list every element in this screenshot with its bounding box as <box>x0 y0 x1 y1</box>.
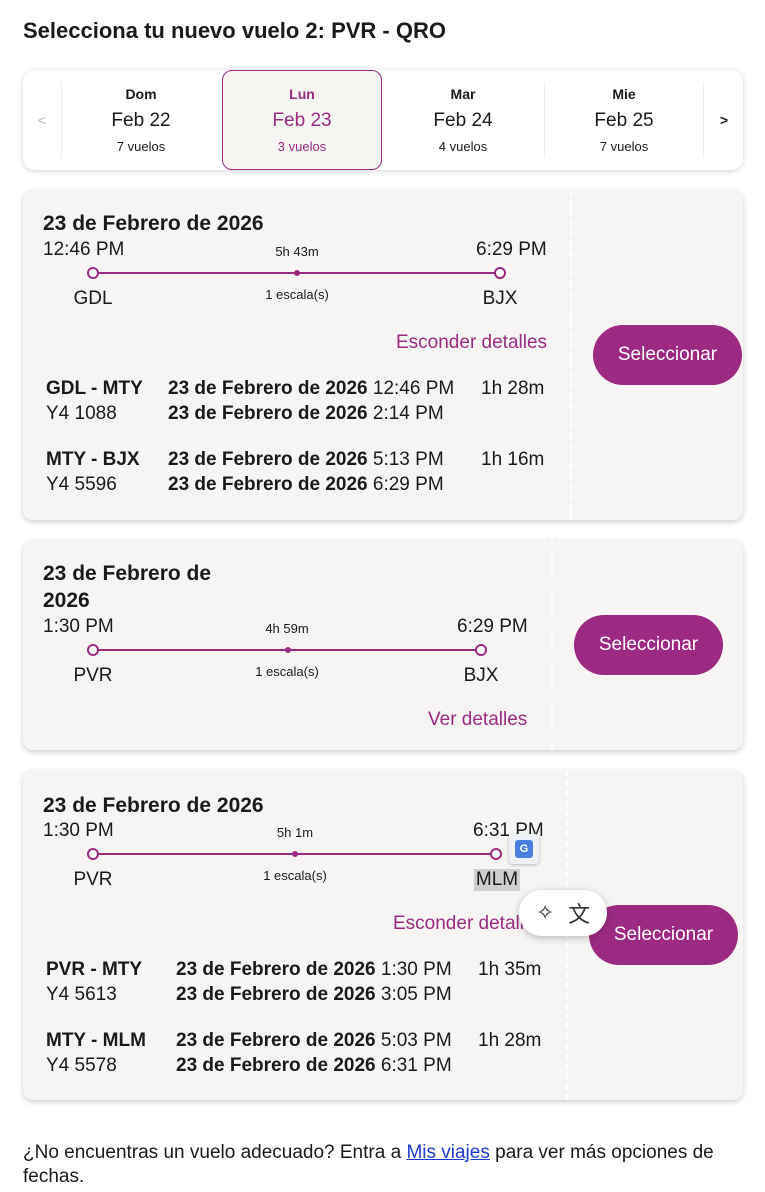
flight-card: 23 de Febrero de 2026 12:46 PM 6:29 PM 5… <box>23 190 743 520</box>
date-dow: Lun <box>289 86 315 102</box>
segment-route: MTY - MLM <box>46 1030 146 1051</box>
destination-code: MLM <box>473 869 521 891</box>
magic-wand-icon[interactable]: ✧ <box>536 900 554 926</box>
footer-help-text: ¿No encuentras un vuelo adecuado? Entra … <box>23 1141 738 1189</box>
date-day: Feb 24 <box>433 110 493 131</box>
stop-dot <box>294 270 300 276</box>
stops-count: 1 escala(s) <box>255 664 319 679</box>
translate-icon[interactable]: 文 <box>568 897 590 929</box>
segment-flight-number: Y4 1088 <box>46 403 117 424</box>
stop-dot <box>292 851 298 857</box>
stops-count: 1 escala(s) <box>265 287 329 302</box>
date-flight-count: 3 vuelos <box>277 139 327 154</box>
origin-code: GDL <box>73 288 113 309</box>
segment-route: MTY - BJX <box>46 449 140 470</box>
arrive-time: 6:29 PM <box>476 239 547 260</box>
hide-details-link[interactable]: Esconder detalles <box>396 332 547 354</box>
select-flight-button[interactable]: Seleccionar <box>589 905 738 965</box>
page-title: Selecciona tu nuevo vuelo 2: PVR - QRO <box>23 18 446 43</box>
origin-code: PVR <box>73 665 113 686</box>
flight-duration: 4h 59m <box>265 621 309 636</box>
destination-dot <box>494 267 506 279</box>
google-translate-icon[interactable]: G <box>509 834 539 864</box>
stops-count: 1 escala(s) <box>263 868 327 883</box>
date-selector: < Dom Feb 22 7 vuelos Lun Feb 23 3 vuelo… <box>23 70 743 170</box>
segment-flight-number: Y4 5578 <box>46 1055 117 1076</box>
destination-code: BJX <box>463 665 499 686</box>
flight-duration: 5h 1m <box>276 825 314 840</box>
date-flight-count: 7 vuelos <box>116 139 166 154</box>
flight-card: 23 de Febrero de 2026 1:30 PM 6:29 PM 4h … <box>23 540 743 750</box>
segment-route: PVR - MTY <box>46 959 143 980</box>
date-dow: Mar <box>450 86 476 102</box>
segment-duration: 1h 28m <box>478 1030 542 1051</box>
segment-departure: 23 de Febrero de 2026 1:30 PM <box>176 959 452 980</box>
show-details-link[interactable]: Ver detalles <box>428 709 527 731</box>
prev-date-arrow[interactable]: < <box>23 70 61 170</box>
segment-departure: 23 de Febrero de 2026 12:46 PM <box>168 378 455 399</box>
destination-dot <box>475 644 487 656</box>
flight-date: 23 de Febrero de 2026 <box>43 212 264 235</box>
segment-route: GDL - MTY <box>46 378 143 399</box>
ai-toolbar: ✧ 文 <box>519 890 607 936</box>
segment-arrival: 23 de Febrero de 2026 6:29 PM <box>168 474 444 495</box>
date-day: Feb 25 <box>594 110 654 131</box>
flight-duration: 5h 43m <box>275 244 319 259</box>
card-divider <box>551 540 553 750</box>
segment-arrival: 23 de Febrero de 2026 2:14 PM <box>168 403 444 424</box>
segment-duration: 1h 28m <box>481 378 545 399</box>
segment-flight-number: Y4 5613 <box>46 984 117 1005</box>
date-day: Feb 22 <box>111 110 171 131</box>
date-option-mar[interactable]: Mar Feb 24 4 vuelos <box>383 70 543 170</box>
destination-code: BJX <box>482 288 518 309</box>
select-flight-button[interactable]: Seleccionar <box>593 325 742 385</box>
date-day: Feb 23 <box>272 110 332 131</box>
segment-duration: 1h 35m <box>478 959 542 980</box>
arrive-time: 6:29 PM <box>457 616 528 637</box>
flight-date: 23 de Febrero de 2026 <box>43 794 264 817</box>
segment-arrival: 23 de Febrero de 2026 3:05 PM <box>176 984 452 1005</box>
flight-card: 23 de Febrero de 2026 1:30 PM 6:31 PM 5h… <box>23 770 743 1100</box>
segment-departure: 23 de Febrero de 2026 5:03 PM <box>176 1030 452 1051</box>
date-dow: Dom <box>125 86 157 102</box>
card-divider <box>570 190 572 520</box>
destination-dot <box>490 848 502 860</box>
date-option-lun[interactable]: Lun Feb 23 3 vuelos <box>222 70 382 170</box>
origin-dot <box>87 267 99 279</box>
date-option-mie[interactable]: Mie Feb 25 7 vuelos <box>544 70 704 170</box>
my-trips-link[interactable]: Mis viajes <box>406 1142 489 1163</box>
flight-date: 23 de Febrero de 2026 <box>43 562 212 612</box>
origin-dot <box>87 644 99 656</box>
date-flight-count: 7 vuelos <box>599 139 649 154</box>
depart-time: 12:46 PM <box>43 239 125 260</box>
segment-duration: 1h 16m <box>481 449 545 470</box>
depart-time: 1:30 PM <box>43 820 114 841</box>
segment-arrival: 23 de Febrero de 2026 6:31 PM <box>176 1055 452 1076</box>
stop-dot <box>285 647 291 653</box>
translate-g-glyph: G <box>515 840 533 858</box>
date-dow: Mie <box>612 86 636 102</box>
segment-departure: 23 de Febrero de 2026 5:13 PM <box>168 449 444 470</box>
next-date-arrow[interactable]: > <box>705 70 743 170</box>
origin-code: PVR <box>73 869 113 890</box>
date-flight-count: 4 vuelos <box>438 139 488 154</box>
depart-time: 1:30 PM <box>43 616 114 637</box>
segment-flight-number: Y4 5596 <box>46 474 117 495</box>
select-flight-button[interactable]: Seleccionar <box>574 615 723 675</box>
date-option-dom[interactable]: Dom Feb 22 7 vuelos <box>61 70 221 170</box>
footer-text-before: ¿No encuentras un vuelo adecuado? Entra … <box>23 1142 407 1163</box>
origin-dot <box>87 848 99 860</box>
